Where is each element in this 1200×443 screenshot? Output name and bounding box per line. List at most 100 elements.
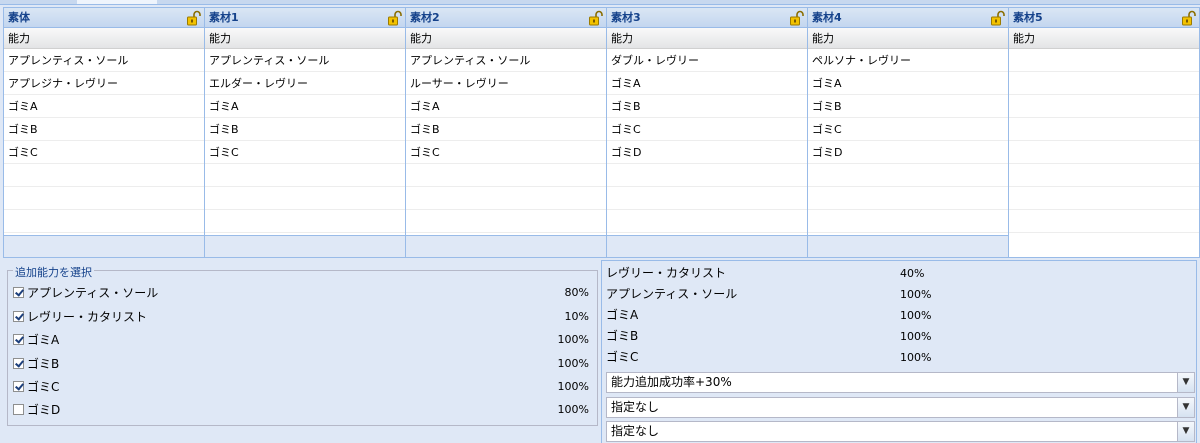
table-row[interactable] <box>1009 72 1199 95</box>
table-row[interactable]: ゴミC <box>205 141 405 164</box>
panel-title: 素材2 <box>406 8 606 28</box>
material-panel-5: 素材5 能力 <box>1008 7 1200 258</box>
table-row[interactable]: ゴミD <box>808 141 1008 164</box>
table-row[interactable] <box>808 187 1008 210</box>
table-row[interactable]: ダブル・レヴリー <box>607 49 807 72</box>
table-row[interactable] <box>4 164 204 187</box>
ability-checkbox-row[interactable]: ゴミC 100% <box>13 377 593 397</box>
add-ability-fieldset: 追加能力を選択 アプレンティス・ソール 80% レヴリー・カタリスト 10% ゴミA 10… <box>7 264 598 426</box>
lock-icon[interactable] <box>790 10 804 26</box>
chevron-down-icon[interactable]: ▼ <box>1177 398 1194 417</box>
table-row[interactable] <box>1009 164 1199 187</box>
table-row[interactable] <box>406 187 606 210</box>
table-row[interactable]: アプレジナ・レヴリー <box>4 72 204 95</box>
checkbox[interactable] <box>13 311 24 322</box>
option-combo[interactable]: 指定なし ▼ <box>606 421 1195 442</box>
active-tab[interactable] <box>77 0 157 4</box>
table-row[interactable]: アプレンティス・ソール <box>406 49 606 72</box>
table-row[interactable] <box>406 210 606 233</box>
table-row[interactable]: ペルソナ・レヴリー <box>808 49 1008 72</box>
combo-value: 指定なし <box>611 400 660 414</box>
table-row[interactable] <box>205 187 405 210</box>
table-row[interactable] <box>1009 95 1199 118</box>
table-row[interactable]: ゴミA <box>406 95 606 118</box>
chevron-down-icon[interactable]: ▼ <box>1177 373 1194 392</box>
panel-title-text: 素材4 <box>812 11 842 24</box>
table-row[interactable]: アプレンティス・ソール <box>4 49 204 72</box>
table-row[interactable] <box>4 210 204 233</box>
table-row[interactable] <box>1009 210 1199 233</box>
ability-checkbox-row[interactable]: ゴミB 100% <box>13 354 593 374</box>
ability-checkbox-row[interactable]: ゴミA 100% <box>13 330 593 350</box>
table-row[interactable]: ゴミA <box>205 95 405 118</box>
chevron-down-icon[interactable]: ▼ <box>1177 422 1194 441</box>
result-label: アプレンティス・ソール <box>606 287 738 301</box>
table-row[interactable]: ゴミB <box>808 95 1008 118</box>
ability-column-header[interactable]: 能力 <box>607 28 807 49</box>
table-row[interactable] <box>1009 49 1199 72</box>
table-row[interactable] <box>4 187 204 210</box>
table-row[interactable]: ゴミC <box>4 141 204 164</box>
result-percent: 100% <box>900 351 932 364</box>
table-row[interactable]: ゴミA <box>808 72 1008 95</box>
table-row[interactable]: アプレンティス・ソール <box>205 49 405 72</box>
table-row[interactable]: ゴミB <box>205 118 405 141</box>
lock-icon[interactable] <box>991 10 1005 26</box>
lock-icon[interactable] <box>589 10 603 26</box>
table-row[interactable] <box>808 210 1008 233</box>
ability-label: ゴミA <box>27 333 60 347</box>
result-row: ゴミB 100% <box>606 326 1146 347</box>
table-row[interactable]: ゴミC <box>607 118 807 141</box>
table-row[interactable]: エルダー・レヴリー <box>205 72 405 95</box>
option-combo[interactable]: 能力追加成功率+30% ▼ <box>606 372 1195 393</box>
lock-icon[interactable] <box>1182 10 1196 26</box>
table-row[interactable] <box>1009 187 1199 210</box>
table-row[interactable]: ゴミC <box>406 141 606 164</box>
checkbox[interactable] <box>13 381 24 392</box>
option-combo[interactable]: 指定なし ▼ <box>606 397 1195 418</box>
table-row[interactable]: ルーサー・レヴリー <box>406 72 606 95</box>
table-row[interactable]: ゴミB <box>406 118 606 141</box>
ability-label: ゴミC <box>27 380 60 394</box>
ability-checkbox-row[interactable]: ゴミD 100% <box>13 400 593 420</box>
result-row: アプレンティス・ソール 100% <box>606 284 1146 305</box>
lock-icon[interactable] <box>187 10 201 26</box>
checkbox[interactable] <box>13 334 24 345</box>
ability-checkbox-row[interactable]: アプレンティス・ソール 80% <box>13 283 593 303</box>
table-row[interactable] <box>205 164 405 187</box>
table-row[interactable]: ゴミC <box>808 118 1008 141</box>
panel-title-text: 素材2 <box>410 11 440 24</box>
table-row[interactable] <box>808 164 1008 187</box>
ability-percent: 100% <box>557 333 589 346</box>
table-row[interactable]: ゴミA <box>4 95 204 118</box>
table-row[interactable] <box>1009 118 1199 141</box>
ability-column-header[interactable]: 能力 <box>406 28 606 49</box>
checkbox[interactable] <box>13 358 24 369</box>
checkbox[interactable] <box>13 287 24 298</box>
ability-column-header[interactable]: 能力 <box>808 28 1008 49</box>
table-row[interactable] <box>607 187 807 210</box>
checkbox[interactable] <box>13 404 24 415</box>
panel-title-text: 素材1 <box>209 11 239 24</box>
table-row[interactable] <box>205 210 405 233</box>
table-row[interactable]: ゴミD <box>607 141 807 164</box>
panel-footer <box>808 235 1008 257</box>
result-panel: レヴリー・カタリスト 40% アプレンティス・ソール 100% ゴミA 100% ゴミB 10… <box>601 260 1197 443</box>
table-row[interactable]: ゴミB <box>4 118 204 141</box>
table-row[interactable] <box>406 164 606 187</box>
ability-checkbox-row[interactable]: レヴリー・カタリスト 10% <box>13 307 593 327</box>
panel-title-text: 素材5 <box>1013 11 1043 24</box>
table-row[interactable] <box>607 210 807 233</box>
table-row[interactable] <box>607 164 807 187</box>
ability-label: ゴミB <box>27 357 60 371</box>
table-row[interactable] <box>1009 141 1199 164</box>
table-row[interactable]: ゴミB <box>607 95 807 118</box>
table-row[interactable]: ゴミA <box>607 72 807 95</box>
add-ability-legend: 追加能力を選択 <box>13 264 94 280</box>
panel-footer <box>4 235 204 257</box>
result-label: レヴリー・カタリスト <box>606 266 727 280</box>
ability-column-header[interactable]: 能力 <box>1009 28 1199 49</box>
ability-column-header[interactable]: 能力 <box>205 28 405 49</box>
ability-column-header[interactable]: 能力 <box>4 28 204 49</box>
lock-icon[interactable] <box>388 10 402 26</box>
